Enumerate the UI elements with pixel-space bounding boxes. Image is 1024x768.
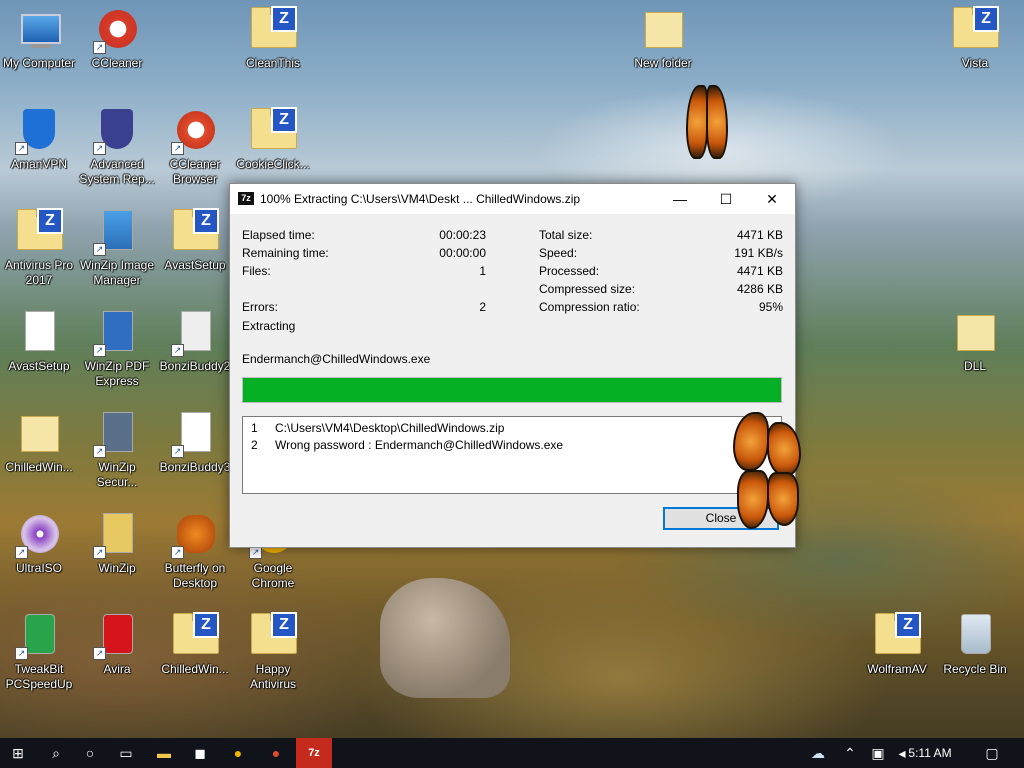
desktop-icon-bonzibuddy3[interactable]: ↗ BonziBuddy3 xyxy=(156,404,234,498)
zip-folder-icon: Z xyxy=(873,612,921,660)
message-log[interactable]: 1 C:\Users\VM4\Desktop\ChilledWindows.zi… xyxy=(242,416,782,494)
maximize-button[interactable]: ☐ xyxy=(703,184,749,214)
desktop-icon-new-folder[interactable]: New folder xyxy=(624,0,702,94)
desktop-icon-happy-antivirus[interactable]: Z Happy Antivirus xyxy=(234,606,312,700)
image-manager-icon xyxy=(103,210,133,250)
setup-file-icon xyxy=(25,311,55,351)
desktop-icon-antivirus-pro-2017[interactable]: Z Antivirus Pro 2017 xyxy=(0,202,78,296)
extract-dialog: 7z 100% Extracting C:\Users\VM4\Deskt ..… xyxy=(229,183,796,548)
stat-speed: Speed: 191 KB/s xyxy=(539,246,783,260)
7zip-taskbar-button[interactable]: 7z xyxy=(296,738,332,768)
stat-total-size: Total size: 4471 KB xyxy=(539,228,783,242)
stat-compression-ratio: Compression ratio: 95% xyxy=(539,300,783,314)
clock-time[interactable]: 5:11 AM xyxy=(905,738,955,768)
folder-icon xyxy=(21,416,59,452)
folder-icon xyxy=(957,315,995,351)
avira-icon xyxy=(103,614,133,654)
task-view-icon[interactable]: ▭ xyxy=(108,738,144,768)
progress-bar xyxy=(242,377,782,403)
stat-remaining-time: Remaining time: 00:00:00 xyxy=(242,246,486,260)
stat-elapsed-time: Elapsed time: 00:00:23 xyxy=(242,228,486,242)
zip-folder-icon: Z xyxy=(249,6,297,54)
desktop-icon-butterfly-on-desktop[interactable]: ↗ Butterfly on Desktop xyxy=(156,505,234,599)
blank-file-icon xyxy=(181,412,211,452)
desktop-icon-cleanthis[interactable]: Z CleanThis xyxy=(234,0,312,94)
winzip-icon xyxy=(103,513,133,553)
computer-icon xyxy=(21,14,61,48)
desktop-icon-advanced-system-repair[interactable]: ↗ Advanced System Rep... xyxy=(78,101,156,195)
zip-folder-icon: Z xyxy=(171,208,219,256)
stat-processed: Processed: 4471 KB xyxy=(539,264,783,278)
dialog-titlebar[interactable]: 7z 100% Extracting C:\Users\VM4\Deskt ..… xyxy=(230,184,795,214)
speedup-icon xyxy=(25,614,55,654)
ccleaner-taskbar-icon[interactable]: ● xyxy=(258,738,294,768)
stat-errors: Errors: 2 xyxy=(242,300,486,314)
zip-folder-icon: Z xyxy=(249,107,297,155)
chrome-taskbar-icon[interactable]: ● xyxy=(220,738,256,768)
zip-folder-icon: Z xyxy=(249,612,297,660)
program-window-icon xyxy=(181,311,211,351)
status-text: Extracting xyxy=(242,319,296,333)
desktop-icon-ultraiso[interactable]: ↗ UltraISO xyxy=(0,505,78,599)
weather-cloud-icon[interactable]: ☁ xyxy=(800,738,836,768)
desktop-icon-tweakbit[interactable]: ↗ TweakBit PCSpeedUp xyxy=(0,606,78,700)
windows-start-icon[interactable]: ⊞ xyxy=(0,738,36,768)
desktop-icon-dll[interactable]: DLL xyxy=(936,303,1014,397)
desktop-icon-amanvpn[interactable]: ↗ AmanVPN xyxy=(0,101,78,195)
desktop-icon-recycle-bin[interactable]: Recycle Bin xyxy=(936,606,1014,700)
store-icon[interactable]: ◼ xyxy=(182,738,218,768)
minimize-button[interactable]: — xyxy=(657,184,703,214)
zip-folder-icon: Z xyxy=(15,208,63,256)
desktop-icon-winzip-pdf-express[interactable]: ↗ WinZip PDF Express xyxy=(78,303,156,397)
zip-folder-icon: Z xyxy=(951,6,999,54)
desktop-icon-avastsetup-zip[interactable]: Z AvastSetup xyxy=(156,202,234,296)
zip-folder-icon: Z xyxy=(171,612,219,660)
7zip-app-icon: 7z xyxy=(238,192,254,205)
pdf-express-icon xyxy=(103,311,133,351)
desktop-icon-vista[interactable]: Z Vista xyxy=(936,0,1014,94)
desktop-icon-bonzibuddy2[interactable]: ↗ BonziBuddy2 xyxy=(156,303,234,397)
search-icon[interactable]: ⌕ xyxy=(38,738,74,768)
close-window-button[interactable]: ✕ xyxy=(749,184,795,214)
desktop-icon-chilledwindows-zip[interactable]: Z ChilledWin... xyxy=(156,606,234,700)
current-file-text: Endermanch@ChilledWindows.exe xyxy=(242,352,431,366)
notifications-icon[interactable]: ▢ xyxy=(974,738,1010,768)
desktop-icon-ccleaner[interactable]: ↗ CCleaner xyxy=(78,0,156,94)
log-row: 1 C:\Users\VM4\Desktop\ChilledWindows.zi… xyxy=(251,421,505,435)
desktop-icon-ccleaner-browser[interactable]: ↗ CCleaner Browser xyxy=(156,101,234,195)
cortana-icon[interactable]: ○ xyxy=(72,738,108,768)
butterfly-sprite xyxy=(733,412,801,530)
folder-icon xyxy=(645,12,683,48)
recycle-bin-icon xyxy=(961,614,991,654)
desktop-icon-avastsetup[interactable]: AvastSetup xyxy=(0,303,78,397)
progress-fill xyxy=(243,378,781,402)
stat-files: Files: 1 xyxy=(242,264,486,278)
taskbar: ⊞ ⌕ ○ ▭ ▬ ◼ ● ● 7z ☁ ⌃ ▣ ◂ 5:11 AM ▢ xyxy=(0,738,1024,768)
desktop-icon-my-computer[interactable]: My Computer xyxy=(0,0,78,94)
desktop-icon-avira[interactable]: ↗ Avira xyxy=(78,606,156,700)
desktop-icon-wolframav[interactable]: Z WolframAV xyxy=(858,606,936,700)
desktop-icon-chilledwindows-folder[interactable]: ChilledWin... xyxy=(0,404,78,498)
desktop-icon-winzip-secure[interactable]: ↗ WinZip Secur... xyxy=(78,404,156,498)
desktop-icon-winzip[interactable]: ↗ WinZip xyxy=(78,505,156,599)
stat-compressed-size: Compressed size: 4286 KB xyxy=(539,282,783,296)
desktop-icon-cookieclicker[interactable]: Z CookieClick... xyxy=(234,101,312,195)
server-icon xyxy=(103,412,133,452)
log-row: 2 Wrong password : Endermanch@ChilledWin… xyxy=(251,438,564,452)
dialog-title: 100% Extracting C:\Users\VM4\Deskt ... C… xyxy=(260,192,581,206)
desktop-icon-winzip-image-manager[interactable]: ↗ WinZip Image Manager xyxy=(78,202,156,296)
butterfly-sprite xyxy=(686,85,728,160)
file-explorer-icon[interactable]: ▬ xyxy=(146,738,182,768)
